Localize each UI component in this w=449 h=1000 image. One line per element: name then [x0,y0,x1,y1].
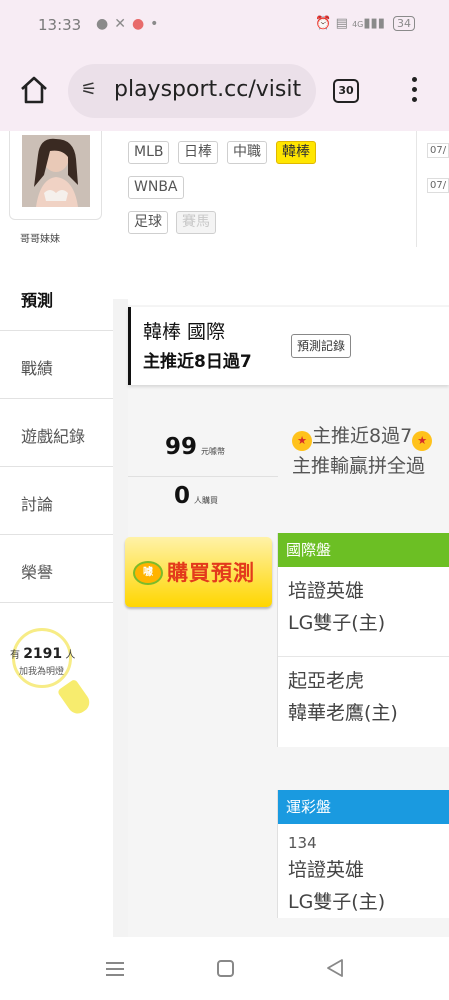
recent-apps-icon[interactable] [106,962,124,980]
avatar[interactable] [22,135,90,207]
tab-switcher-button[interactable]: 30 [333,79,359,103]
fan-caption: 加我為明燈 [19,667,65,677]
price-stats [128,362,278,490]
volte-icon: ▤ [335,16,348,31]
date-column: 07/ 07/ [416,131,449,247]
pick-card-header: 運彩盤 [278,790,449,824]
away-team: 起亞老虎 [288,670,365,692]
more-menu-icon[interactable] [406,74,422,106]
home-nav-icon[interactable] [217,960,234,977]
price: 99 元噱幣 [165,434,225,460]
stats-divider [128,476,278,477]
league-tag-npb[interactable]: 日棒 [178,141,218,164]
fan-unit: 人 [65,650,76,661]
page-content: 哥哥妹妹 MLB 日棒 中職 韓棒 WNBA 足球 賽馬 07/ 07/ 預測 … [0,131,449,937]
league-tag-horse: 賽馬 [176,211,216,234]
pick-card-sports-lottery: 運彩盤 134 培證英雄 LG雙子(主) [277,790,449,918]
menu-divider [0,330,113,331]
away-team: 培證英雄 [288,580,365,602]
home-team: 韓華老鷹(主) [288,702,398,724]
battery-level: 34 [397,17,411,30]
price-unit: 元噱幣 [201,447,226,456]
buyers-value: 0 [174,483,191,509]
game-row[interactable]: 培證英雄 LG雙子(主) [278,567,449,657]
menu-divider [0,398,113,399]
menu-divider [0,602,113,603]
signal-icon: ▮▮▮ [363,16,385,31]
status-bar: 13:33 ●✕●• ⏰ ▤ 4G▮▮▮ 34 [0,0,449,52]
fan-lightbulb[interactable]: 有 2191 人 加我為明燈 [8,628,94,728]
status-right: ⏰ ▤ 4G▮▮▮ 34 [315,16,415,31]
profile-name[interactable]: 哥哥妹妹 [20,230,60,245]
chat-icon: ● [96,16,115,32]
dot-icon: • [150,16,165,32]
battery-icon: 34 [393,16,415,31]
notification-icons: ●✕●• [96,16,164,32]
tab-discussion[interactable]: 討論 [0,491,113,515]
back-icon[interactable] [326,958,344,978]
tab-predictions[interactable]: 預測 [0,287,113,311]
star-eyes-emoji-icon: ★ [412,431,433,451]
date-chip[interactable]: 07/ [427,143,449,158]
url-text[interactable]: playsport.cc/visit [114,77,301,102]
fan-count-line: 有 2191 人 [10,646,75,662]
profile-card[interactable] [9,131,102,220]
network-label: 4G [352,20,364,29]
home-team: LG雙子(主) [288,891,386,913]
buy-prediction-label: 購買預測 [167,561,255,585]
buy-prediction-button[interactable]: 噱 購買預測 [125,537,272,607]
pick-card-header: 國際盤 [278,533,449,567]
game-row[interactable]: 培證英雄 LG雙子(主) [278,852,449,918]
menu-divider [0,534,113,535]
menu-divider [0,466,113,467]
home-team: LG雙子(主) [288,612,386,634]
fan-prefix: 有 [10,650,20,661]
league-tag-wnba[interactable]: WNBA [128,176,184,199]
headline-line1: 主推近8過7 [312,425,413,447]
avatar-photo [22,135,90,207]
buyers: 0 人購買 [174,483,218,509]
league-tag-kbo[interactable]: 韓棒 [276,141,316,164]
league-tag-mlb[interactable]: MLB [128,141,170,164]
star-eyes-emoji-icon: ★ [292,431,312,451]
site-settings-icon[interactable]: ⚟ [81,79,97,100]
fan-icon: ✕ [114,16,132,32]
price-value: 99 [165,434,198,460]
browser-chrome: 13:33 ●✕●• ⏰ ▤ 4G▮▮▮ 34 ⚟ playsport.cc/v… [0,0,449,131]
alarm-icon: ⏰ [315,16,332,31]
tab-record[interactable]: 戰績 [0,355,113,379]
prediction-league: 韓棒 國際 [143,321,226,343]
address-bar[interactable]: ⚟ playsport.cc/visit [68,64,316,118]
prediction-headline: ★ 主推近8過7 ★ 主推輸贏拼全過 [292,421,449,481]
game-row[interactable]: 起亞老虎 韓華老鷹(主) [278,657,449,747]
away-team: 培證英雄 [288,859,365,881]
tab-honors[interactable]: 榮譽 [0,559,113,583]
coin-icon: 噱 [133,561,163,585]
league-tag-soccer[interactable]: 足球 [128,211,168,234]
pick-card-international: 國際盤 培證英雄 LG雙子(主) 起亞老虎 韓華老鷹(主) [277,533,449,747]
sidebar-gutter [113,299,128,937]
home-icon[interactable] [18,74,50,106]
date-chip[interactable]: 07/ [427,178,449,193]
lightbulb-base [56,678,94,718]
app-icon: ● [131,16,151,32]
league-tag-cpbl[interactable]: 中職 [227,141,267,164]
tab-game-log[interactable]: 遊戲紀錄 [0,423,113,447]
headline-line2: 主推輸贏拼全過 [292,455,426,477]
system-nav-bar [0,938,449,1000]
status-time: 13:33 [38,16,82,34]
prediction-record-button[interactable]: 預測記錄 [291,334,352,358]
game-number: 134 [288,834,317,852]
fan-count: 2191 [23,646,63,662]
buyers-unit: 人購買 [194,496,219,505]
